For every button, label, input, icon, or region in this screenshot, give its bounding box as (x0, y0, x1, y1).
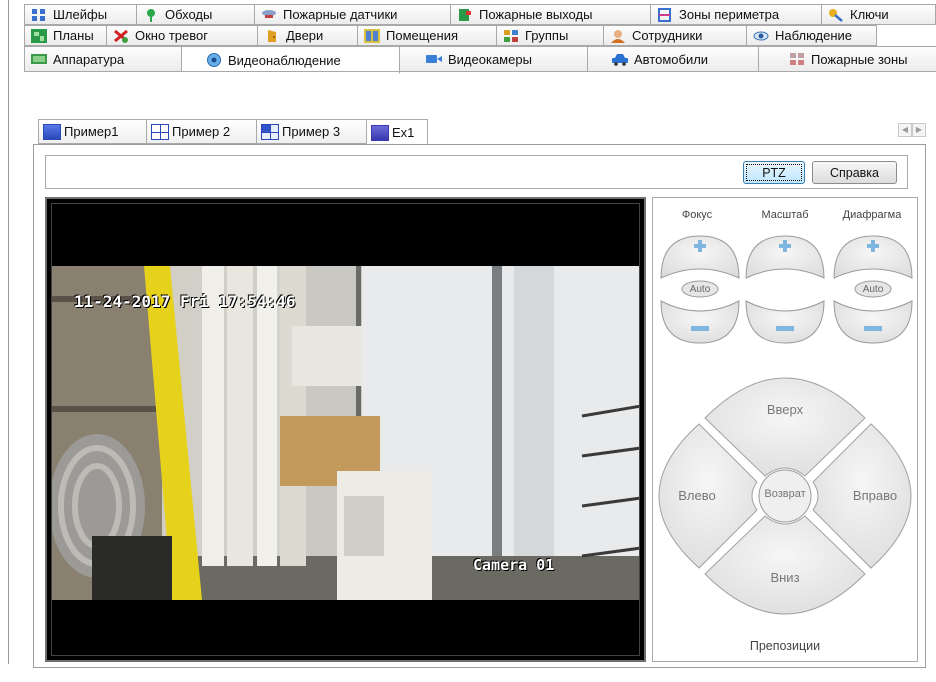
iris-close-button[interactable] (833, 300, 913, 344)
fire-sensor-icon (261, 8, 277, 22)
module-tabs-row-2: Планы Окно тревог Двери Помещения Группы… (24, 25, 877, 46)
video-viewport[interactable]: 11-24-2017 Fri 17:54:46 Camera 01 (45, 197, 646, 662)
tab-doors[interactable]: Двери (258, 25, 358, 46)
tab-label: Аппаратура (53, 51, 125, 67)
tab-label: Видеокамеры (448, 51, 532, 67)
grid-icon (43, 123, 61, 140)
video-surveillance-icon (206, 53, 222, 67)
ptz-panel: Фокус Масштаб Диафрагма Auto Auto Вверх … (652, 197, 918, 662)
employee-icon (610, 29, 626, 43)
layout-tab-example2[interactable]: Пример 2 (146, 119, 256, 144)
tab-label: Ключи (850, 7, 889, 22)
tab-alarm-window[interactable]: Окно тревог (107, 25, 258, 46)
tab-label: Помещения (386, 28, 459, 43)
up-label: Вверх (766, 402, 804, 417)
tab-employees[interactable]: Сотрудники (604, 25, 747, 46)
tab-plans[interactable]: Планы (24, 25, 107, 46)
tab-video-cameras[interactable]: Видеокамеры (400, 46, 588, 72)
tab-groups[interactable]: Группы (497, 25, 604, 46)
perimeter-icon (657, 7, 673, 22)
tab-label: Сотрудники (632, 28, 703, 43)
plans-icon (31, 28, 47, 43)
tab-label: Двери (286, 28, 324, 43)
grid-icon (151, 123, 169, 140)
tab-patrols[interactable]: Обходы (137, 4, 255, 25)
tab-keys[interactable]: Ключи (822, 4, 936, 25)
tab-label: Обходы (165, 7, 213, 22)
iris-auto-label: Auto (862, 284, 884, 295)
tab-hardware[interactable]: Аппаратура (24, 46, 182, 72)
camera-image: 11-24-2017 Fri 17:54:46 Camera 01 (52, 266, 639, 600)
tab-label: Видеонаблюдение (228, 52, 341, 68)
tab-label: Шлейфы (53, 7, 108, 22)
patrol-icon (143, 8, 159, 22)
iris-open-button[interactable] (833, 235, 913, 279)
help-button[interactable]: Справка (812, 161, 897, 184)
tab-label: Окно тревог (135, 28, 208, 43)
video-frame: 11-24-2017 Fri 17:54:46 Camera 01 (51, 203, 640, 656)
layout-tab-example1[interactable]: Пример1 (38, 119, 146, 144)
tab-surveillance[interactable]: Наблюдение (747, 25, 877, 46)
scroll-right-icon[interactable]: ▶ (912, 123, 926, 137)
tab-label: Планы (53, 28, 94, 43)
tab-label: Пожарные зоны (811, 51, 908, 67)
tab-label: Зоны периметра (679, 7, 780, 22)
ptz-controls-graphic (658, 235, 913, 615)
tab-label: Пожарные выходы (479, 7, 593, 22)
grid-icon (371, 124, 389, 141)
focus-plus-button[interactable] (660, 235, 740, 279)
loops-icon (31, 8, 47, 22)
tab-fire-exits[interactable]: Пожарные выходы (451, 4, 651, 25)
groups-icon (503, 29, 519, 43)
layout-tab-label: Ex1 (392, 125, 415, 140)
video-camera-name: Camera 01 (473, 556, 555, 574)
presets-label[interactable]: Препозиции (653, 639, 917, 653)
rooms-icon (364, 28, 380, 43)
fire-zone-icon (789, 52, 805, 66)
video-toolbar: PTZ Справка (45, 155, 908, 189)
zoom-out-button[interactable] (745, 300, 825, 344)
zoom-in-button[interactable] (745, 235, 825, 279)
layout-tab-label: Пример1 (64, 124, 119, 139)
layout-tab-ex1[interactable]: Ex1 (366, 119, 428, 146)
home-label: Возврат (764, 488, 806, 500)
tab-perimeter-zones[interactable]: Зоны периметра (651, 4, 822, 25)
ptz-button[interactable]: PTZ (743, 161, 805, 184)
focus-auto-label: Auto (689, 284, 711, 295)
eye-icon (753, 29, 769, 43)
fire-exit-icon (457, 8, 473, 22)
layout-tab-example3[interactable]: Пример 3 (256, 119, 366, 144)
module-tabs-row-1: Шлейфы Обходы Пожарные датчики Пожарные … (24, 4, 936, 25)
tab-label: Наблюдение (775, 28, 853, 43)
tab-label: Группы (525, 28, 569, 43)
car-icon (612, 52, 628, 66)
tab-cars[interactable]: Автомобили (588, 46, 759, 72)
video-timestamp: 11-24-2017 Fri 17:54:46 (74, 292, 296, 311)
tab-scroll-arrows: ◀ ▶ (898, 123, 926, 137)
down-label: Вниз (770, 570, 800, 585)
left-label: Влево (678, 488, 716, 503)
right-label: Вправо (852, 488, 898, 503)
layout-tabs: Пример1 Пример 2 Пример 3 Ex1 (38, 119, 428, 146)
key-icon (828, 8, 844, 22)
tab-fire-zones[interactable]: Пожарные зоны (759, 46, 936, 72)
module-tabs-row-3: Аппаратура Видеонаблюдение Видеокамеры А… (24, 46, 936, 74)
grid-icon (261, 123, 279, 140)
focus-minus-button[interactable] (660, 300, 740, 344)
layout-tab-label: Пример 2 (172, 124, 231, 139)
tab-loops[interactable]: Шлейфы (24, 4, 137, 25)
tab-fire-sensors[interactable]: Пожарные датчики (255, 4, 451, 25)
tab-label: Автомобили (634, 51, 709, 67)
alarm-icon (113, 29, 129, 43)
door-icon (264, 29, 280, 43)
tab-video-surveillance[interactable]: Видеонаблюдение (182, 46, 400, 74)
scroll-left-icon[interactable]: ◀ (898, 123, 912, 137)
window-left-border (8, 0, 9, 664)
tab-label: Пожарные датчики (283, 7, 398, 22)
hardware-icon (31, 52, 47, 66)
camera-scene-graphic (52, 266, 639, 600)
tab-rooms[interactable]: Помещения (358, 25, 497, 46)
layout-tab-label: Пример 3 (282, 124, 341, 139)
camera-icon (426, 52, 442, 66)
